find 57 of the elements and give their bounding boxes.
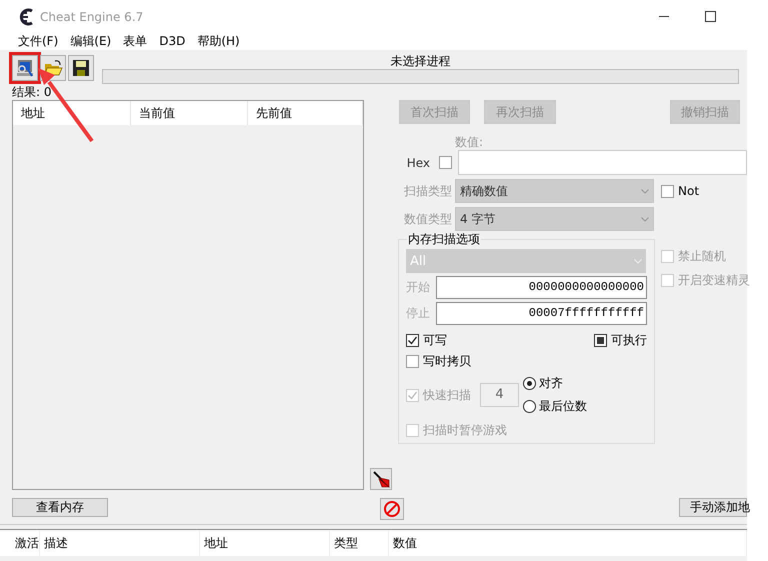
field-label: 数值类型 (403, 210, 453, 228)
menu-item[interactable]: 文件(F) (12, 33, 64, 50)
column-header[interactable]: 先前值 (248, 101, 363, 125)
column-header[interactable]: 描述 (40, 530, 200, 556)
checkbox-label: 写时拷贝 (423, 353, 471, 370)
checkbox[interactable] (439, 156, 452, 169)
chevron-down-icon (641, 216, 649, 222)
maximize-icon[interactable] (705, 11, 716, 22)
radio-button[interactable] (523, 377, 536, 390)
checkbox[interactable] (406, 334, 419, 347)
radio-button[interactable] (523, 400, 536, 413)
checkbox-label: 可执行 (611, 332, 647, 349)
group-title: 内存扫描选项 (407, 233, 481, 246)
prohibited-icon (383, 500, 401, 518)
arrow-icon (372, 470, 390, 488)
checkbox-label: Not (678, 184, 700, 198)
monitor-icon (15, 58, 35, 78)
column-header[interactable]: 类型 (330, 530, 389, 556)
chevron-down-icon (641, 188, 649, 194)
checkbox-label: 可写 (423, 332, 447, 349)
toolbar-button[interactable] (68, 55, 94, 81)
dropdown[interactable]: 4 字节 (455, 207, 654, 231)
checkbox[interactable] (406, 355, 419, 368)
dropdown[interactable]: 精确数值 (455, 179, 654, 203)
checkbox[interactable] (594, 334, 607, 347)
field-label: 扫描类型 (403, 182, 453, 200)
column-header[interactable]: 地址 (13, 101, 131, 125)
checkbox-label: 快速扫描 (423, 386, 471, 404)
checkbox-label: 扫描时暂停游戏 (423, 422, 507, 439)
column-header[interactable]: 数值 (389, 530, 747, 556)
checkbox-label: 禁止随机 (678, 248, 726, 265)
address-input[interactable]: 0000000000000000 (436, 276, 647, 299)
field-label: 开始 (406, 279, 431, 296)
checkbox-label: 开启变速精灵 (678, 272, 750, 289)
value-input[interactable] (458, 150, 747, 175)
stop-button[interactable] (380, 498, 404, 520)
chevron-down-icon (634, 258, 642, 264)
radio-label: 对齐 (539, 375, 563, 392)
field-label: 停止 (406, 305, 431, 322)
checkbox[interactable] (661, 184, 674, 198)
radio-label: 最后位数 (539, 398, 587, 415)
menu-item[interactable]: 编辑(E) (64, 33, 118, 50)
toolbar-button[interactable] (12, 55, 38, 81)
column-header[interactable]: 当前值 (131, 101, 248, 125)
window-title: Cheat Engine 6.7 (40, 10, 144, 24)
address-input[interactable]: 00007fffffffffff (436, 302, 647, 325)
column-header[interactable]: 激活 (0, 530, 40, 556)
value-label: 数值: (455, 136, 484, 148)
menu-item[interactable]: 表单 (117, 33, 154, 50)
view-memory-button[interactable]: 查看内存 (12, 498, 108, 517)
menu-item[interactable]: D3D (153, 33, 192, 50)
hex-label: Hex (406, 156, 430, 170)
menu-item[interactable]: 帮助(H) (191, 33, 246, 50)
results-count: 结果: 0 (12, 86, 52, 98)
column-header[interactable]: 地址 (200, 530, 330, 556)
process-label: 未选择进程 (390, 55, 450, 67)
pointer-button[interactable] (370, 468, 392, 490)
